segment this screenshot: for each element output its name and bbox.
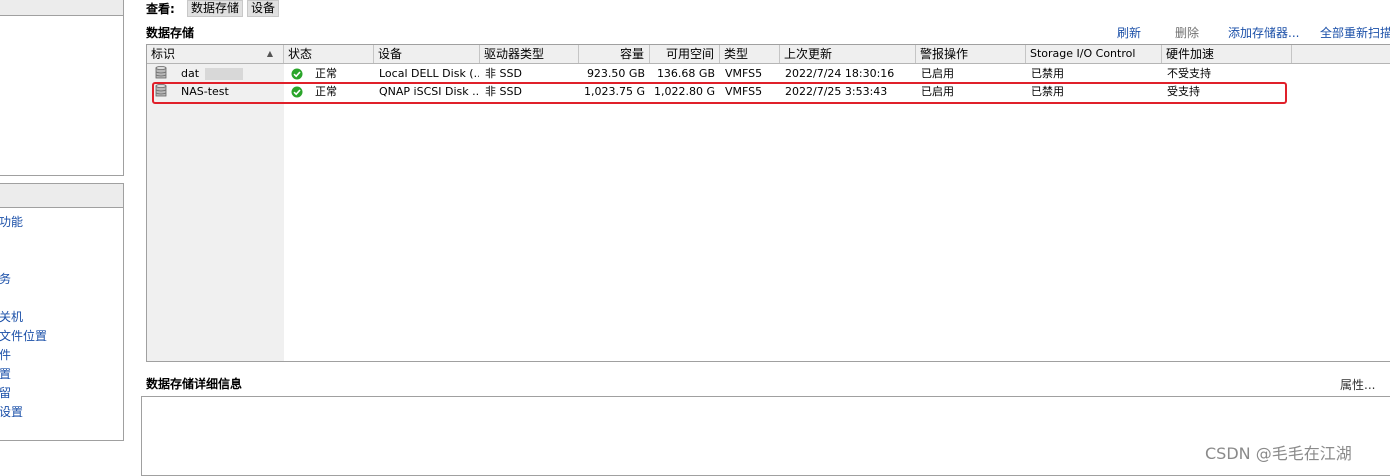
left-top-panel (0, 0, 124, 176)
column-header-status[interactable]: 状态 (284, 45, 374, 63)
column-header-id[interactable]: 标识 ▲ (147, 45, 284, 63)
properties-link[interactable]: 属性... (1340, 376, 1375, 393)
column-header-last-update[interactable]: 上次更新 (780, 45, 916, 63)
column-header-type[interactable]: 类型 (720, 45, 780, 63)
column-header-label: 标识 (151, 47, 176, 61)
column-header-device[interactable]: 设备 (374, 45, 480, 63)
left-nav-item[interactable]: 设置 (0, 403, 23, 420)
left-nav-item[interactable]: 功能 (0, 213, 23, 230)
last-update-cell: 2022/7/24 18:30:16 (785, 67, 895, 80)
rescan-all-link[interactable]: 全部重新扫描 (1320, 24, 1390, 41)
column-header-sioc[interactable]: Storage I/O Control (1026, 45, 1162, 63)
fs-type-cell: VMFS5 (725, 67, 763, 80)
left-nav-item[interactable]: 务 (0, 270, 11, 287)
capacity-cell: 923.50 GB (586, 67, 645, 80)
table-row[interactable]: dat 正常 Local DELL Disk (... 非 SSD 923.50… (147, 64, 1390, 83)
datastore-name: dat (181, 67, 200, 80)
free-space-cell: 136.68 GB (656, 67, 715, 80)
left-nav-item[interactable]: 关机 (0, 308, 23, 325)
view-tab-devices[interactable]: 设备 (247, 0, 280, 17)
watermark: CSDN @毛毛在江湖 (1205, 444, 1352, 463)
refresh-link[interactable]: 刷新 (1117, 24, 1141, 41)
sort-ascending-icon: ▲ (266, 49, 273, 58)
view-tab-datastores[interactable]: 数据存储 (187, 0, 244, 17)
details-title: 数据存储详细信息 (146, 377, 243, 391)
device-cell: Local DELL Disk (... (379, 67, 479, 80)
drive-type-cell: 非 SSD (485, 67, 522, 80)
left-nav-item[interactable]: 件 (0, 346, 11, 363)
left-nav-item[interactable]: 置 (0, 365, 11, 382)
delete-link[interactable]: 删除 (1175, 24, 1199, 41)
left-nav-item[interactable]: 文件位置 (0, 327, 47, 344)
alarm-cell: 已启用 (921, 67, 954, 80)
status-text: 正常 (315, 67, 337, 80)
column-header-hw-accel[interactable]: 硬件加速 (1162, 45, 1292, 63)
column-header-drive-type[interactable]: 驱动器类型 (480, 45, 579, 63)
status-ok-icon (291, 68, 303, 80)
table-header: 标识 ▲ 状态 设备 驱动器类型 容量 可用空间 类型 上次更新 警报操作 St… (147, 45, 1390, 64)
left-bottom-panel-header (0, 184, 123, 208)
highlight-box (152, 82, 1287, 104)
datastore-icon (155, 66, 167, 79)
details-panel (141, 396, 1390, 476)
view-label: 查看: (146, 2, 175, 16)
column-header-alarm-actions[interactable]: 警报操作 (916, 45, 1026, 63)
column-header-free-space[interactable]: 可用空间 (650, 45, 720, 63)
redacted-name-blur (205, 68, 243, 80)
column-header-capacity[interactable]: 容量 (579, 45, 650, 63)
sioc-cell: 已禁用 (1031, 67, 1064, 80)
add-storage-link[interactable]: 添加存储器... (1228, 24, 1299, 41)
hw-accel-cell: 不受支持 (1167, 67, 1211, 80)
datastore-section-title: 数据存储 (146, 26, 195, 40)
left-top-panel-header (0, 0, 123, 16)
left-nav-item[interactable]: 留 (0, 384, 11, 401)
